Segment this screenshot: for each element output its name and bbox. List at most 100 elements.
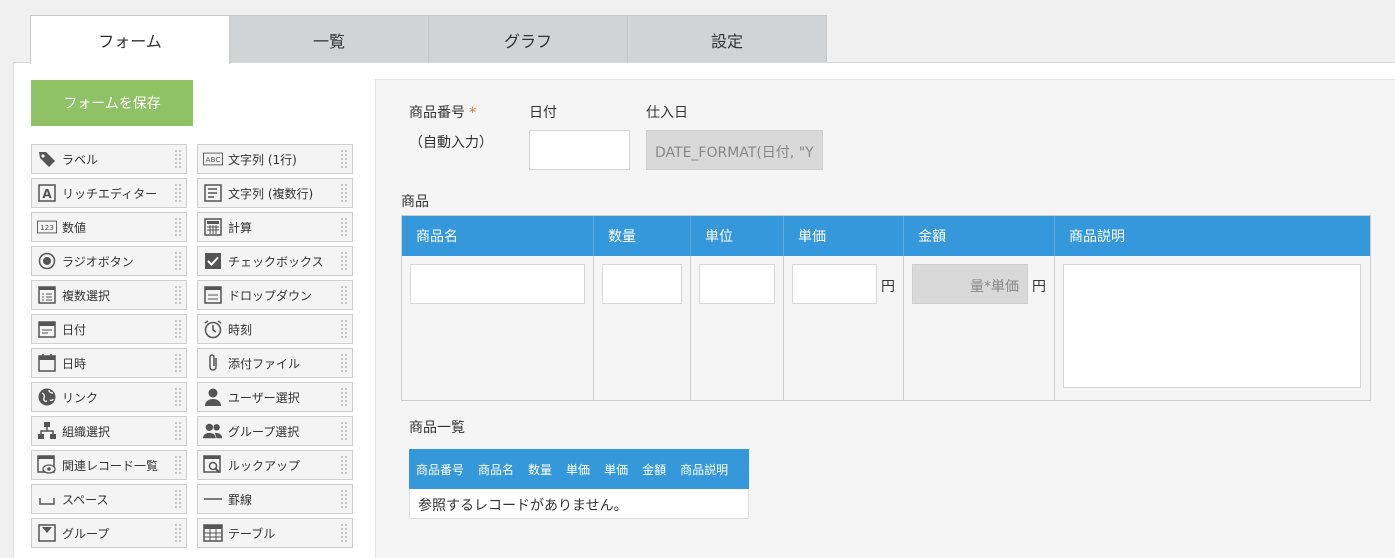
palette-item-multiline[interactable]: 文字列 (複数行) bbox=[197, 178, 353, 208]
drag-handle-icon[interactable] bbox=[174, 353, 182, 373]
drag-handle-icon[interactable] bbox=[340, 387, 348, 407]
field-palette: ラベル ABC 文字列 (1行) A リッチエディター 文字列 (複数行) 123 数値 計算ラ… bbox=[31, 144, 353, 552]
table-icon bbox=[203, 523, 223, 543]
related-empty-message: 参照するレコードがありません。 bbox=[409, 489, 749, 519]
palette-item-label: テーブル bbox=[228, 526, 276, 541]
palette-item-multi-select[interactable]: 複数選択 bbox=[31, 280, 187, 310]
palette-item-datetime[interactable]: 日時 bbox=[31, 348, 187, 378]
palette-row: グループ テーブル bbox=[31, 518, 353, 548]
col-unit-price: 単価 bbox=[784, 216, 904, 256]
palette-item-lookup[interactable]: ルックアップ bbox=[197, 450, 353, 480]
palette-item-label: 時刻 bbox=[228, 322, 253, 337]
palette-item-group[interactable]: グループ選択 bbox=[197, 416, 353, 446]
palette-item-label: 複数選択 bbox=[62, 288, 111, 303]
group-icon bbox=[203, 421, 223, 441]
drag-handle-icon[interactable] bbox=[174, 319, 182, 339]
palette-item-globe[interactable]: リンク bbox=[31, 382, 187, 412]
rel-col-unit-price: 単価 bbox=[566, 462, 591, 477]
drag-handle-icon[interactable] bbox=[174, 387, 182, 407]
palette-item-paperclip[interactable]: 添付ファイル bbox=[197, 348, 353, 378]
subtable-header: 商品名 数量 単位 単価 金額 商品説明 bbox=[402, 216, 1370, 256]
product-name-input[interactable] bbox=[410, 264, 585, 304]
palette-item-label: ラジオボタン bbox=[62, 254, 134, 269]
tab-graph[interactable]: グラフ bbox=[428, 15, 628, 63]
palette-item-label: 日付 bbox=[62, 322, 87, 337]
date-input[interactable] bbox=[529, 130, 630, 170]
tab-list[interactable]: 一覧 bbox=[229, 15, 429, 63]
drag-handle-icon[interactable] bbox=[340, 217, 348, 237]
drag-handle-icon[interactable] bbox=[340, 523, 348, 543]
palette-item-radio[interactable]: ラジオボタン bbox=[31, 246, 187, 276]
description-textarea[interactable] bbox=[1063, 264, 1361, 388]
rel-col-product-no: 商品番号 bbox=[416, 462, 465, 477]
palette-item-label: 計算 bbox=[228, 220, 253, 235]
unit-price-input[interactable] bbox=[792, 264, 877, 304]
palette-item-checkbox[interactable]: チェックボックス bbox=[197, 246, 353, 276]
drag-handle-icon[interactable] bbox=[174, 421, 182, 441]
drag-handle-icon[interactable] bbox=[174, 149, 182, 169]
drag-handle-icon[interactable] bbox=[340, 319, 348, 339]
palette-item-label: 文字列 (複数行) bbox=[228, 186, 314, 201]
datetime-icon bbox=[37, 353, 57, 373]
tab-form[interactable]: フォーム bbox=[30, 15, 230, 64]
drag-handle-icon[interactable] bbox=[174, 455, 182, 475]
col-quantity: 数量 bbox=[594, 216, 691, 256]
date-label: 日付 bbox=[529, 105, 557, 121]
form-editor-card: フォームを保存 ラベル ABC 文字列 (1行) A リッチエディター 文字列 (複数行)… bbox=[13, 62, 1395, 558]
rich-editor-icon: A bbox=[37, 183, 57, 203]
quantity-input[interactable] bbox=[602, 264, 682, 304]
palette-item-label: 日時 bbox=[62, 356, 87, 371]
palette-item-label: ルックアップ bbox=[228, 458, 301, 473]
rel-col-product-name: 商品名 bbox=[478, 462, 515, 477]
palette-item-space[interactable]: スペース bbox=[31, 484, 187, 514]
col-unit: 単位 bbox=[691, 216, 784, 256]
palette-item-user[interactable]: ユーザー選択 bbox=[197, 382, 353, 412]
number-icon: 123 bbox=[37, 217, 57, 237]
unit-input[interactable] bbox=[699, 264, 775, 304]
amount-calc-field: 量*単価 bbox=[912, 264, 1028, 304]
space-icon bbox=[37, 489, 57, 509]
save-form-button[interactable]: フォームを保存 bbox=[31, 80, 193, 126]
palette-item-label: リッチエディター bbox=[62, 186, 158, 201]
drag-handle-icon[interactable] bbox=[340, 251, 348, 271]
palette-item-calendar[interactable]: 日付 bbox=[31, 314, 187, 344]
product-subtable: 商品名 数量 単位 単価 金額 商品説明 円 量*単価 円 bbox=[401, 215, 1371, 401]
palette-item-clock[interactable]: 時刻 bbox=[197, 314, 353, 344]
palette-item-rich-editor[interactable]: A リッチエディター bbox=[31, 178, 187, 208]
palette-item-calculator[interactable]: 計算 bbox=[197, 212, 353, 242]
palette-item-related-records[interactable]: 関連レコード一覧 bbox=[31, 450, 187, 480]
drag-handle-icon[interactable] bbox=[174, 251, 182, 271]
svg-text:A: A bbox=[42, 187, 52, 201]
palette-item-table[interactable]: テーブル bbox=[197, 518, 353, 548]
cell-unit bbox=[691, 256, 784, 400]
product-no-label: 商品番号 * bbox=[409, 102, 476, 122]
drag-handle-icon[interactable] bbox=[340, 455, 348, 475]
palette-item-number[interactable]: 123 数値 bbox=[31, 212, 187, 242]
palette-item-line[interactable]: 罫線 bbox=[197, 484, 353, 514]
calculator-icon bbox=[203, 217, 223, 237]
palette-item-tag[interactable]: ラベル bbox=[31, 144, 187, 174]
drag-handle-icon[interactable] bbox=[340, 489, 348, 509]
related-header: 商品番号 商品名 数量 単価 単価 金額 商品説明 bbox=[409, 449, 749, 489]
palette-item-abc[interactable]: ABC 文字列 (1行) bbox=[197, 144, 353, 174]
drag-handle-icon[interactable] bbox=[174, 523, 182, 543]
drag-handle-icon[interactable] bbox=[174, 183, 182, 203]
palette-item-group-box[interactable]: グループ bbox=[31, 518, 187, 548]
drag-handle-icon[interactable] bbox=[174, 489, 182, 509]
rel-col-description: 商品説明 bbox=[680, 462, 729, 477]
drag-handle-icon[interactable] bbox=[340, 421, 348, 441]
palette-item-dropdown[interactable]: ドロップダウン bbox=[197, 280, 353, 310]
drag-handle-icon[interactable] bbox=[174, 217, 182, 237]
drag-handle-icon[interactable] bbox=[340, 353, 348, 373]
cell-unit-price: 円 bbox=[784, 256, 904, 400]
palette-item-org[interactable]: 組織選択 bbox=[31, 416, 187, 446]
tab-settings[interactable]: 設定 bbox=[627, 15, 827, 63]
palette-row: ラジオボタン チェックボックス bbox=[31, 246, 353, 276]
drag-handle-icon[interactable] bbox=[174, 285, 182, 305]
drag-handle-icon[interactable] bbox=[340, 149, 348, 169]
drag-handle-icon[interactable] bbox=[340, 183, 348, 203]
palette-item-label: ユーザー選択 bbox=[228, 390, 300, 405]
palette-item-label: 関連レコード一覧 bbox=[62, 458, 159, 473]
drag-handle-icon[interactable] bbox=[340, 285, 348, 305]
palette-item-label: 文字列 (1行) bbox=[228, 152, 297, 167]
